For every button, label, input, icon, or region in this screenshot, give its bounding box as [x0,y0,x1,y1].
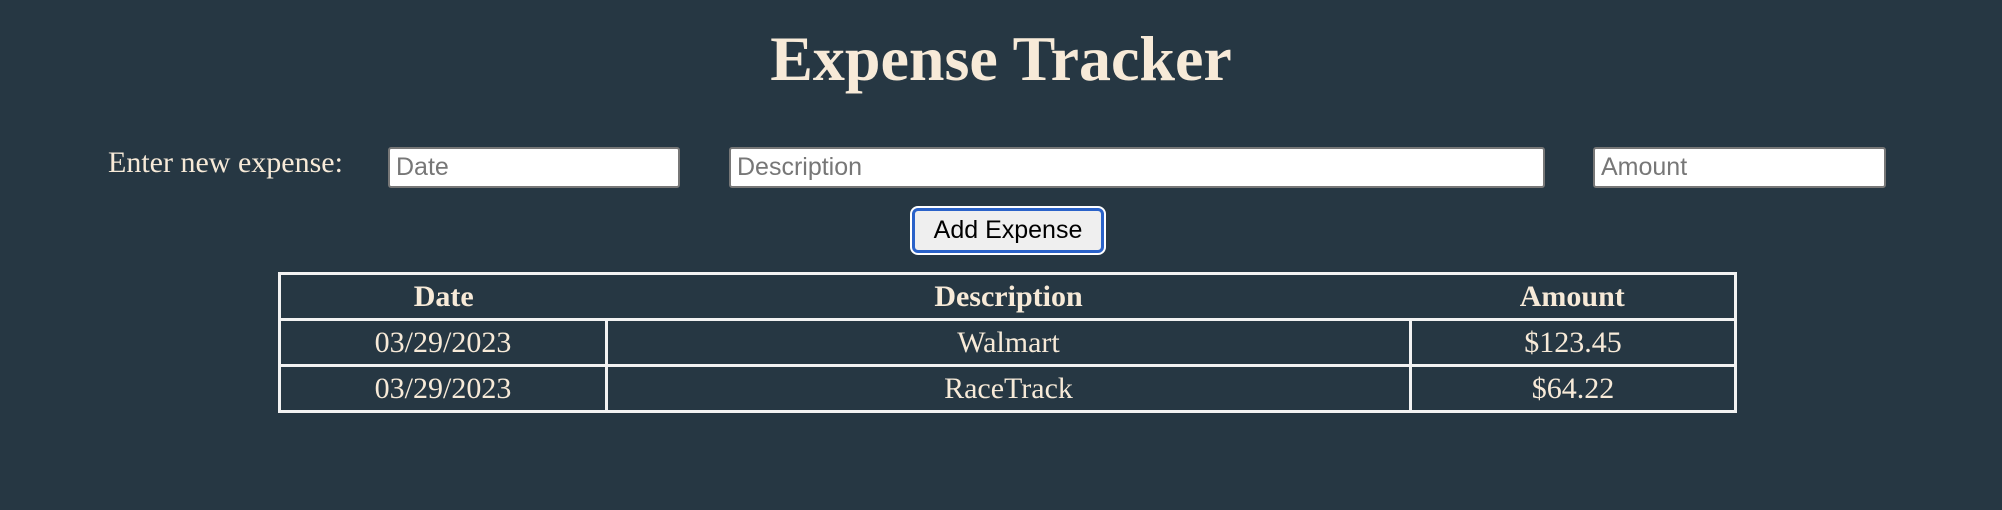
cell-amount: $64.22 [1409,364,1737,413]
cell-date: 03/29/2023 [278,318,608,367]
cell-amount: $123.45 [1409,318,1737,367]
description-input[interactable] [729,147,1545,188]
page-title: Expense Tracker [770,23,1232,94]
amount-input[interactable] [1593,147,1886,188]
cell-description: RaceTrack [605,364,1412,413]
table-header-row: Date Description Amount [279,274,1736,320]
date-input[interactable] [388,147,680,188]
cell-date: 03/29/2023 [278,364,608,413]
header-description: Description [934,279,1083,313]
header-amount: Amount [1519,279,1625,313]
expense-table: Date Description Amount 03/29/2023 Walma… [278,272,1737,413]
table-row: 03/29/2023 RaceTrack $64.22 [278,364,1737,413]
table-row: 03/29/2023 Walmart $123.45 [278,318,1737,367]
cell-description: Walmart [605,318,1412,367]
header-date: Date [413,279,474,313]
add-expense-button[interactable]: Add Expense [912,208,1104,253]
new-expense-label: Enter new expense: [108,146,343,179]
